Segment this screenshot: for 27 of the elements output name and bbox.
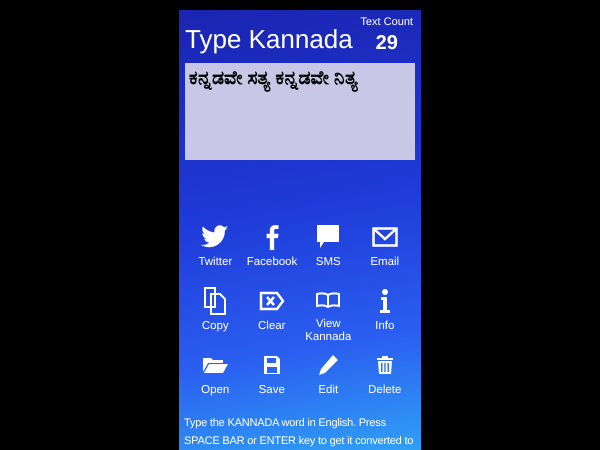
speech-bubble-icon	[316, 224, 340, 250]
clear-action[interactable]: Clear	[244, 286, 300, 344]
letter-f-icon	[264, 224, 279, 250]
sms-action[interactable]: SMS	[300, 222, 356, 280]
facebook-action[interactable]: Facebook	[244, 222, 300, 280]
view-action[interactable]: View Kannada	[300, 286, 356, 344]
delete-action[interactable]: Delete	[356, 350, 413, 408]
save-action[interactable]: Save	[244, 350, 300, 408]
open-book-icon	[316, 292, 340, 308]
documents-icon	[203, 287, 228, 315]
instruction-text: Type the KANNADA word in English. Press SPACE BAR or ENTER key to get it converted to	[183, 416, 414, 449]
app-title: Type Kannada	[185, 24, 353, 54]
pencil-icon	[317, 354, 340, 376]
backspace-icon	[258, 291, 285, 311]
info-icon	[380, 289, 390, 313]
count-label: Text Count	[360, 15, 413, 30]
folder-icon	[202, 357, 228, 373]
trash-can-icon	[376, 356, 393, 374]
twitter-action[interactable]: Twitter	[187, 222, 244, 280]
email-action[interactable]: Email	[356, 222, 413, 280]
info-action[interactable]: Info	[356, 286, 413, 344]
copy-action[interactable]: Copy	[187, 286, 244, 344]
text-count: 29	[376, 30, 398, 54]
text-area[interactable]: ಕನ್ನಡವೇ ಸತ್ಯ ಕನ್ನಡವೇ ನಿತ್ಯ	[185, 62, 415, 160]
open-action[interactable]: Open	[187, 350, 244, 408]
envelope-icon	[372, 227, 398, 247]
edit-action[interactable]: Edit	[300, 350, 356, 408]
